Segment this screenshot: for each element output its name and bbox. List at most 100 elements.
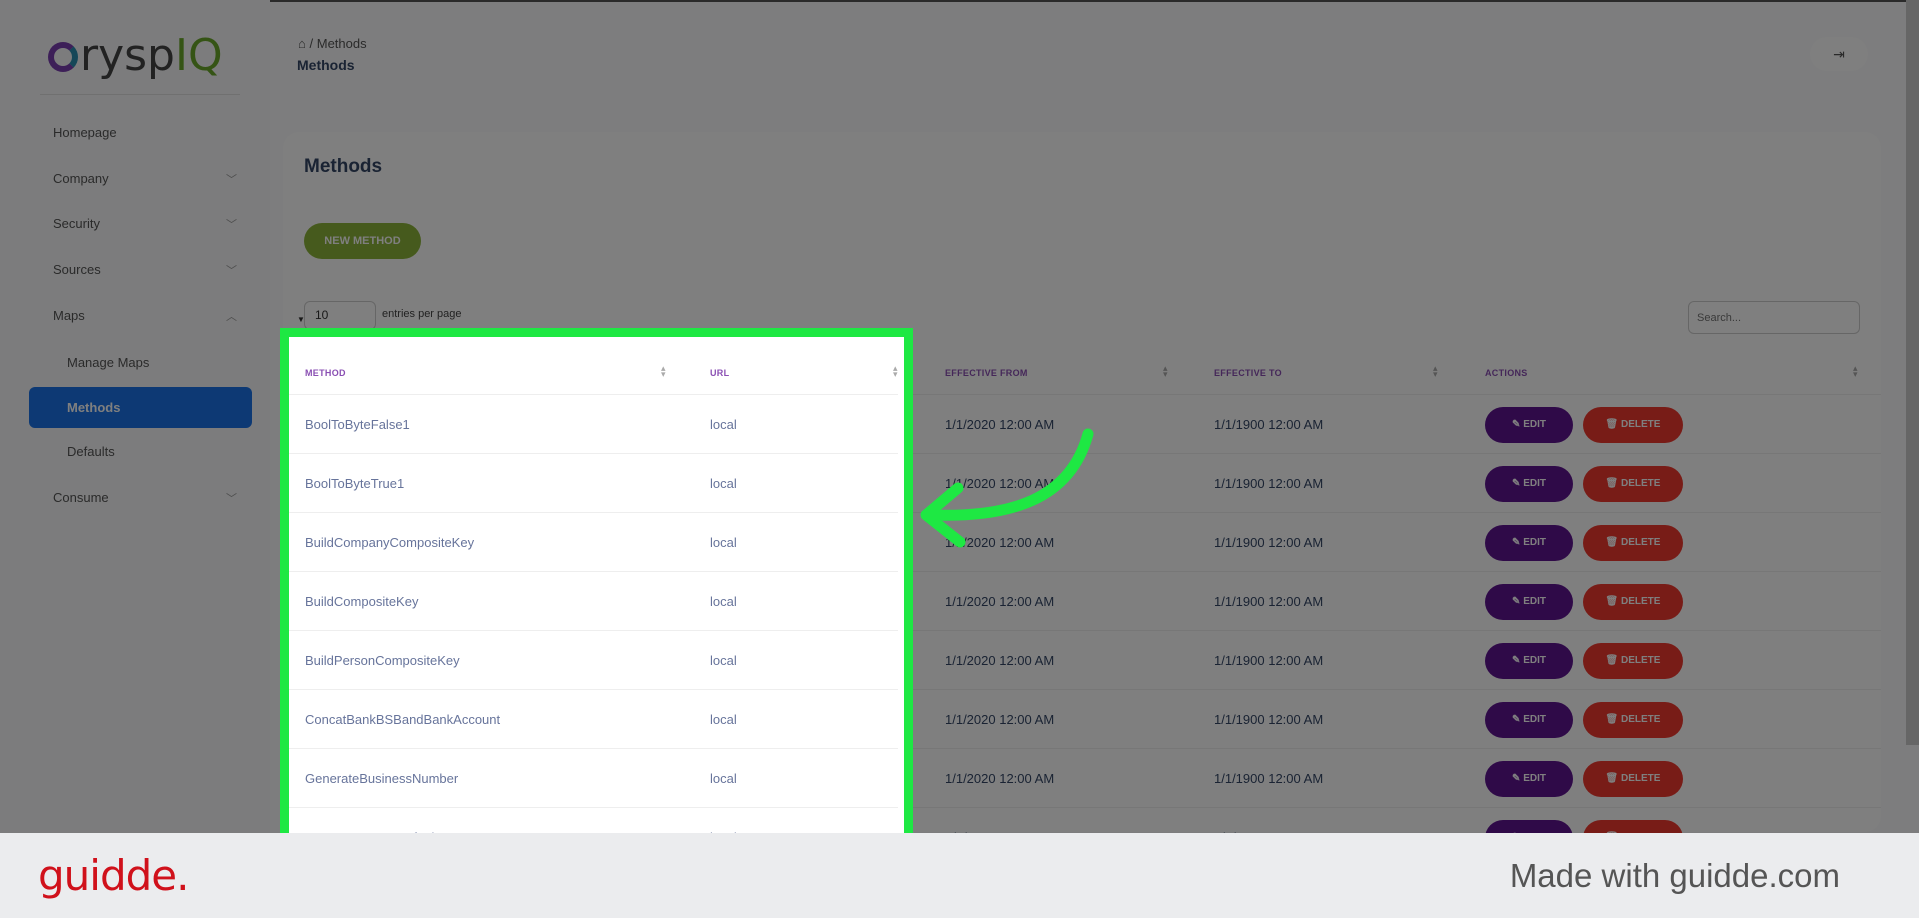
edit-button[interactable]: ✎ EDIT	[1485, 407, 1573, 443]
table-row: BuildPersonCompositeKey local	[289, 631, 898, 690]
chevron-up-icon[interactable]: ︿	[226, 308, 237, 324]
scrollbar[interactable]	[1906, 0, 1919, 745]
url-cell: local	[710, 771, 737, 786]
pencil-icon: ✎	[1512, 478, 1521, 489]
trash-icon: 🗑	[1605, 478, 1619, 489]
table-row: BoolToByteFalse1 local	[289, 395, 898, 454]
delete-button[interactable]: 🗑 DELETE	[1583, 407, 1683, 443]
sort-icon[interactable]: ▴▾	[1163, 364, 1168, 379]
sort-icon[interactable]: ▴▾	[661, 364, 666, 379]
method-cell[interactable]: BuildCompanyCompositeKey	[305, 535, 474, 550]
trash-icon: 🗑	[1605, 655, 1619, 666]
pencil-icon: ✎	[1512, 655, 1521, 666]
effective-to-cell: 1/1/1900 12:00 AM	[1214, 712, 1324, 727]
column-header[interactable]: URL	[710, 368, 729, 378]
effective-to-cell: 1/1/1900 12:00 AM	[1214, 535, 1324, 550]
entries-per-page-select[interactable]: 10	[304, 301, 376, 330]
chevron-down-icon[interactable]: ﹀	[226, 216, 237, 232]
effective-to-cell: 1/1/1900 12:00 AM	[1214, 771, 1324, 786]
trash-icon: 🗑	[1605, 714, 1619, 725]
trash-icon: 🗑	[1605, 773, 1619, 784]
new-method-button[interactable]: NEW METHOD	[304, 223, 421, 259]
edit-button[interactable]: ✎ EDIT	[1485, 761, 1573, 797]
edit-label: EDIT	[1523, 537, 1546, 548]
delete-button[interactable]: 🗑 DELETE	[1583, 643, 1683, 679]
url-cell: local	[710, 417, 737, 432]
effective-from-cell: 1/1/2020 12:00 AM	[945, 653, 1055, 668]
method-cell[interactable]: BuildPersonCompositeKey	[305, 653, 460, 668]
sort-icon[interactable]: ▴▾	[1433, 364, 1438, 379]
green-arrow-icon	[920, 428, 1094, 548]
table-row: BuildCompositeKey local	[289, 572, 898, 631]
effective-to-cell: 1/1/1900 12:00 AM	[1214, 417, 1324, 432]
breadcrumb: ⌂ / Methods	[298, 36, 367, 51]
logout-button[interactable]: ⇥	[1810, 37, 1868, 71]
sidebar: ryspIQ Homepage Company ﹀ Security ﹀ Sources ﹀…	[0, 0, 270, 918]
url-cell: local	[710, 476, 737, 491]
delete-label: DELETE	[1621, 537, 1661, 548]
chevron-down-icon[interactable]: ﹀	[226, 262, 237, 278]
chevron-down-icon[interactable]: ﹀	[226, 490, 237, 506]
sidebar-item[interactable]: Manage Maps	[67, 355, 149, 370]
table-row: BuildCompanyCompositeKey local	[289, 513, 898, 572]
pencil-icon: ✎	[1512, 419, 1521, 430]
edit-label: EDIT	[1523, 478, 1546, 489]
edit-button[interactable]: ✎ EDIT	[1485, 525, 1573, 561]
sidebar-item[interactable]: Defaults	[67, 444, 115, 459]
edit-label: EDIT	[1523, 596, 1546, 607]
url-cell: local	[710, 712, 737, 727]
breadcrumb-current[interactable]: Methods	[317, 36, 367, 51]
edit-label: EDIT	[1523, 419, 1546, 430]
effective-to-cell: 1/1/1900 12:00 AM	[1214, 653, 1324, 668]
top-border	[0, 0, 1919, 2]
sidebar-item-methods-active[interactable]: Methods	[29, 387, 252, 428]
delete-label: DELETE	[1621, 478, 1661, 489]
sidebar-item[interactable]: Security	[53, 216, 100, 231]
edit-label: EDIT	[1523, 714, 1546, 725]
search-input[interactable]	[1688, 301, 1860, 334]
highlighted-columns: METHOD ▴ ▾ URL ▴ ▾ BoolToByteFalse1 local Boo…	[289, 337, 904, 857]
table-row: GenerateBusinessNumber local	[289, 749, 898, 808]
table-row: BoolToByteTrue1 local	[289, 454, 898, 513]
home-icon[interactable]: ⌂	[298, 36, 306, 51]
sidebar-item[interactable]: Consume	[53, 490, 109, 505]
edit-button[interactable]: ✎ EDIT	[1485, 702, 1573, 738]
sort-icon[interactable]: ▴▾	[893, 364, 898, 379]
edit-button[interactable]: ✎ EDIT	[1485, 584, 1573, 620]
edit-button[interactable]: ✎ EDIT	[1485, 466, 1573, 502]
delete-label: DELETE	[1621, 714, 1661, 725]
column-header[interactable]: EFFECTIVE FROM	[945, 368, 1028, 378]
trash-icon: 🗑	[1605, 419, 1619, 430]
edit-button[interactable]: ✎ EDIT	[1485, 643, 1573, 679]
method-cell[interactable]: BoolToByteTrue1	[305, 476, 404, 491]
column-header[interactable]: METHOD	[305, 368, 346, 378]
delete-button[interactable]: 🗑 DELETE	[1583, 761, 1683, 797]
edit-label: EDIT	[1523, 655, 1546, 666]
chevron-down-icon[interactable]: ﹀	[226, 171, 237, 187]
delete-button[interactable]: 🗑 DELETE	[1583, 702, 1683, 738]
delete-label: DELETE	[1621, 773, 1661, 784]
delete-button[interactable]: 🗑 DELETE	[1583, 584, 1683, 620]
method-cell[interactable]: BuildCompositeKey	[305, 594, 418, 609]
sidebar-item[interactable]: Maps	[53, 308, 85, 323]
cryspiq-logo[interactable]: ryspIQ	[48, 30, 223, 81]
delete-button[interactable]: 🗑 DELETE	[1583, 525, 1683, 561]
table-row: ConcatBankBSBandBankAccount local	[289, 690, 898, 749]
method-cell[interactable]: BoolToByteFalse1	[305, 417, 410, 432]
effective-to-cell: 1/1/1900 12:00 AM	[1214, 594, 1324, 609]
sidebar-item[interactable]: Company	[53, 171, 109, 186]
made-with-text: Made with guidde.com	[1509, 857, 1840, 894]
card-title: Methods	[304, 156, 383, 177]
logo-text: rysp	[80, 30, 175, 81]
guidde-logo[interactable]: guidde.	[38, 851, 189, 900]
delete-label: DELETE	[1621, 655, 1661, 666]
sidebar-item[interactable]: Sources	[53, 262, 101, 277]
delete-button[interactable]: 🗑 DELETE	[1583, 466, 1683, 502]
sort-icon[interactable]: ▴▾	[1853, 364, 1858, 379]
sidebar-item[interactable]: Homepage	[53, 125, 117, 140]
method-cell[interactable]: ConcatBankBSBandBankAccount	[305, 712, 500, 727]
column-header[interactable]: EFFECTIVE TO	[1214, 368, 1282, 378]
method-cell[interactable]: GenerateBusinessNumber	[305, 771, 458, 786]
column-header[interactable]: ACTIONS	[1485, 368, 1528, 378]
url-cell: local	[710, 594, 737, 609]
